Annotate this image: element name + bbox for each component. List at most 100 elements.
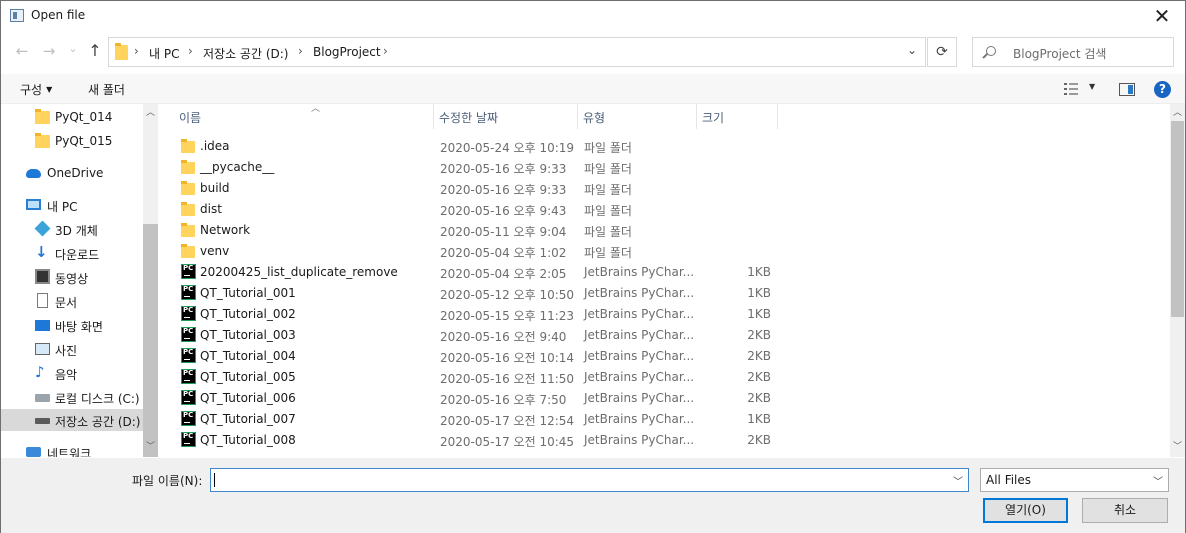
file-name: .idea: [200, 139, 230, 153]
file-name: QT_Tutorial_001: [200, 286, 296, 300]
file-size: 1KB: [747, 307, 771, 321]
scroll-down-arrow-icon[interactable]: ﹀: [143, 440, 158, 455]
column-header-date[interactable]: 수정한 날짜: [434, 104, 578, 129]
sort-ascending-icon: ︿: [311, 104, 321, 114]
scroll-down-arrow-icon[interactable]: ﹀: [1170, 440, 1185, 455]
window-title: Open file: [31, 8, 86, 22]
back-arrow-icon[interactable]: ←: [12, 41, 32, 61]
preview-pane-icon[interactable]: [1119, 83, 1135, 96]
command-bar: 구성 ▼ 새 폴더 ▼ ?: [1, 74, 1185, 104]
scrollbar-thumb[interactable]: [143, 224, 158, 457]
breadcrumb-my-pc[interactable]: 내 PC: [149, 45, 179, 62]
nav-item-label: 문서: [55, 296, 78, 310]
text-caret: [214, 473, 215, 487]
close-button[interactable]: ✕: [1139, 1, 1185, 31]
open-file-dialog: Open file ✕ ← → ⌄ ↑ › 내 PC › 저장소 공간 (D:)…: [0, 0, 1186, 533]
nav-item-pyqt015[interactable]: PyQt_015: [1, 130, 143, 152]
nav-item-downloads[interactable]: ↓ 다운로드: [1, 242, 143, 264]
scroll-up-arrow-icon[interactable]: ︿: [1170, 106, 1185, 121]
file-row[interactable]: QT_Tutorial_005 2020-05-16 오전 11:50 JetBra…: [159, 367, 1170, 388]
file-row[interactable]: QT_Tutorial_001 2020-05-12 오후 10:50 JetBra…: [159, 283, 1170, 304]
forward-arrow-icon[interactable]: →: [39, 41, 59, 61]
pycharm-file-icon: [181, 411, 196, 426]
nav-item-label: 저장소 공간 (D:): [55, 415, 141, 429]
address-dropdown-chevron-icon[interactable]: ⌄: [907, 43, 917, 57]
file-date: 2020-05-15 오후 11:23: [440, 309, 575, 323]
nav-item-label: 동영상: [55, 272, 89, 286]
chevron-down-icon[interactable]: ﹀: [953, 473, 963, 488]
caret-down-icon[interactable]: ▼: [1089, 82, 1095, 91]
nav-item-onedrive[interactable]: OneDrive: [1, 162, 143, 184]
caret-down-icon: ▼: [46, 85, 53, 94]
file-row[interactable]: __pycache__ 2020-05-16 오후 9:33 파일 폴더: [159, 157, 1170, 178]
open-button[interactable]: 열기(O): [983, 498, 1068, 523]
title-bar: Open file ✕: [1, 1, 1185, 31]
file-list-scrollbar[interactable]: ︿ ﹀: [1170, 104, 1185, 457]
breadcrumb-separator: ›: [134, 44, 139, 58]
column-header-size[interactable]: 크기: [697, 104, 778, 129]
file-row[interactable]: build 2020-05-16 오후 9:33 파일 폴더: [159, 178, 1170, 199]
dialog-footer: 파일 이름(N): ﹀ All Files ﹀ 열기(O) 취소: [1, 458, 1185, 533]
file-row[interactable]: QT_Tutorial_002 2020-05-15 오후 11:23 JetBra…: [159, 304, 1170, 325]
column-header-name[interactable]: 이름 ︿: [174, 104, 434, 129]
file-date: 2020-05-16 오후 9:43: [440, 204, 567, 218]
file-type: JetBrains PyChar...: [584, 286, 695, 300]
file-row[interactable]: QT_Tutorial_003 2020-05-16 오전 9:40 JetBrai…: [159, 325, 1170, 346]
filetype-select[interactable]: All Files ﹀: [980, 468, 1169, 492]
file-row[interactable]: QT_Tutorial_007 2020-05-17 오전 12:54 JetBra…: [159, 409, 1170, 430]
music-icon: ♪: [35, 363, 45, 381]
nav-item-pyqt014[interactable]: PyQt_014: [1, 106, 143, 128]
search-placeholder: BlogProject 검색: [1013, 47, 1107, 61]
navigation-scrollbar[interactable]: ︿ ﹀: [143, 104, 158, 457]
search-input[interactable]: BlogProject 검색: [972, 37, 1174, 67]
file-date: 2020-05-16 오전 9:40: [440, 330, 567, 344]
nav-item-storage-d[interactable]: 저장소 공간 (D:): [1, 409, 143, 431]
breadcrumb-blogproject[interactable]: BlogProject: [313, 45, 381, 59]
pycharm-file-icon: [181, 390, 196, 405]
organize-menu-button[interactable]: 구성 ▼: [20, 81, 52, 98]
scrollbar-thumb[interactable]: [1171, 121, 1184, 317]
dialog-app-icon: [10, 9, 24, 22]
cancel-button[interactable]: 취소: [1082, 498, 1168, 523]
view-options-icon[interactable]: [1064, 83, 1080, 95]
nav-item-videos[interactable]: 동영상: [1, 266, 143, 288]
refresh-button[interactable]: ⟳: [927, 37, 957, 67]
breadcrumb-separator: ›: [298, 44, 303, 58]
address-row: ← → ⌄ ↑ › 내 PC › 저장소 공간 (D:) › BlogProje…: [1, 33, 1185, 69]
address-bar[interactable]: › 내 PC › 저장소 공간 (D:) › BlogProject › ⌄: [108, 37, 926, 67]
up-arrow-icon[interactable]: ↑: [85, 41, 105, 61]
recent-locations-chevron-icon[interactable]: ⌄: [63, 39, 83, 59]
new-folder-button[interactable]: 새 폴더: [88, 81, 125, 98]
folder-icon: [181, 202, 195, 216]
scroll-up-arrow-icon[interactable]: ︿: [143, 106, 158, 121]
file-type: JetBrains PyChar...: [584, 433, 695, 447]
nav-item-local-disk-c[interactable]: 로컬 디스크 (C:): [1, 386, 143, 408]
file-row[interactable]: venv 2020-05-04 오후 1:02 파일 폴더: [159, 241, 1170, 262]
file-type: 파일 폴더: [584, 246, 632, 260]
breadcrumb-separator: ›: [188, 44, 193, 58]
file-row[interactable]: QT_Tutorial_006 2020-05-16 오후 7:50 JetBrai…: [159, 388, 1170, 409]
file-name: QT_Tutorial_008: [200, 433, 296, 447]
nav-item-music[interactable]: ♪ 음악: [1, 362, 143, 384]
file-row[interactable]: QT_Tutorial_008 2020-05-17 오전 10:45 JetBra…: [159, 430, 1170, 451]
nav-item-desktop[interactable]: 바탕 화면: [1, 314, 143, 336]
breadcrumb-separator: ›: [383, 44, 388, 58]
nav-item-label: 바탕 화면: [55, 320, 103, 334]
filename-input[interactable]: ﹀: [210, 468, 969, 492]
help-icon[interactable]: ?: [1154, 81, 1171, 98]
file-row[interactable]: .idea 2020-05-24 오후 10:19 파일 폴더: [159, 136, 1170, 157]
nav-item-label: 다운로드: [55, 248, 100, 262]
file-row[interactable]: Network 2020-05-11 오후 9:04 파일 폴더: [159, 220, 1170, 241]
breadcrumb-storage-drive[interactable]: 저장소 공간 (D:): [203, 45, 288, 62]
file-row[interactable]: dist 2020-05-16 오후 9:43 파일 폴더: [159, 199, 1170, 220]
file-type: 파일 폴더: [584, 183, 632, 197]
file-row[interactable]: QT_Tutorial_004 2020-05-16 오전 10:14 JetBra…: [159, 346, 1170, 367]
file-date: 2020-05-16 오전 10:14: [440, 351, 575, 365]
nav-item-3d-objects[interactable]: 3D 개체: [1, 218, 143, 240]
file-row[interactable]: 20200425_list_duplicate_remove 2020-05-04…: [159, 262, 1170, 283]
column-header-type[interactable]: 유형: [578, 104, 697, 129]
nav-item-network[interactable]: 네트워크: [1, 441, 143, 457]
nav-item-documents[interactable]: 문서: [1, 290, 143, 312]
nav-item-pictures[interactable]: 사진: [1, 338, 143, 360]
nav-item-my-pc[interactable]: 내 PC: [1, 194, 143, 216]
